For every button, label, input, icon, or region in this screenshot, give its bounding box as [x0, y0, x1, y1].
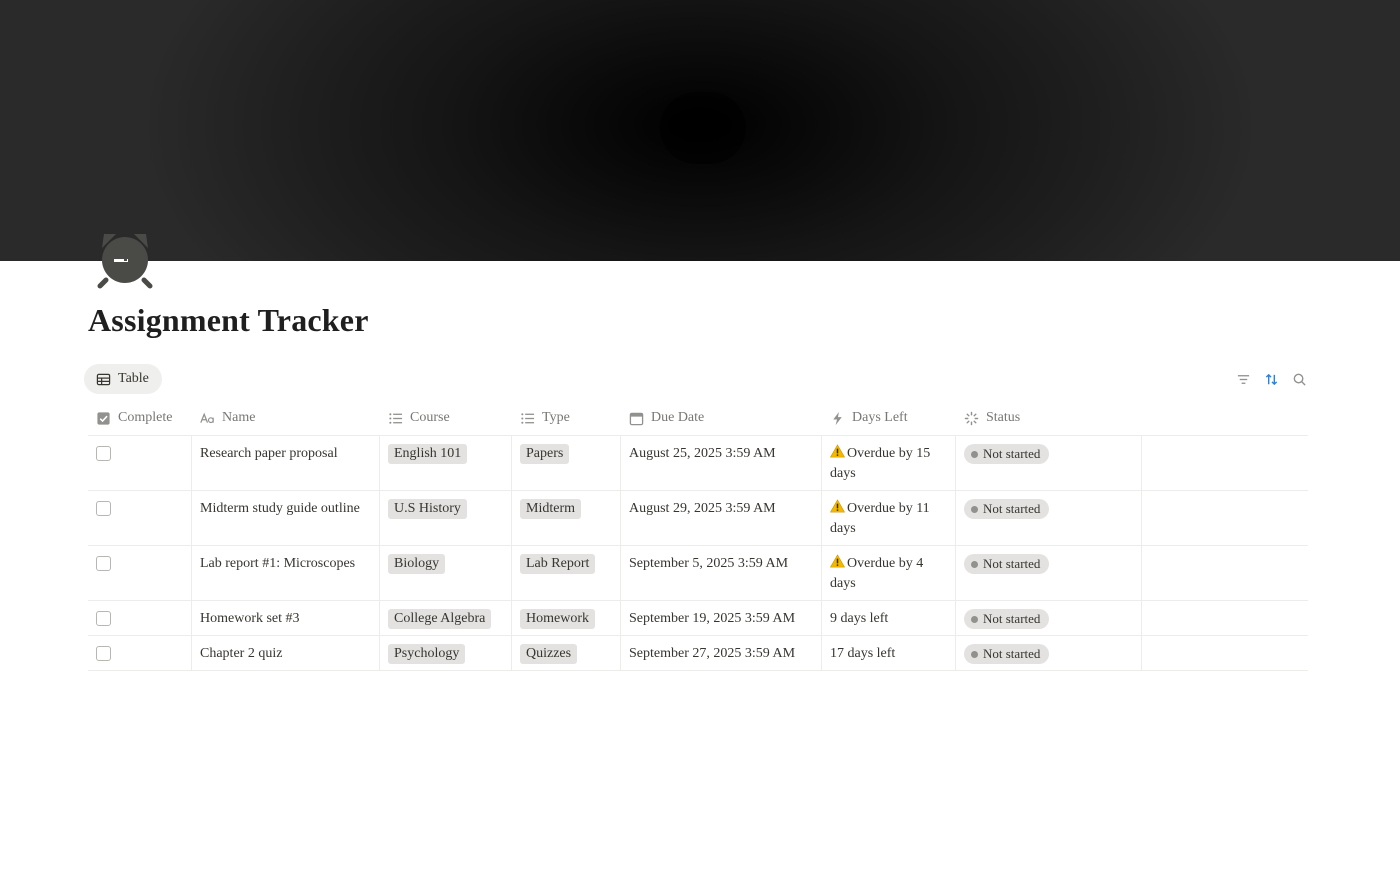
type-tag[interactable]: Homework — [520, 609, 595, 629]
type-tag[interactable]: Lab Report — [520, 554, 596, 574]
table-header: Complete Name Course Type Due Date Days … — [88, 401, 1308, 436]
complete-checkbox[interactable] — [96, 646, 111, 661]
filter-icon — [1237, 374, 1249, 384]
column-header-status[interactable]: Status — [956, 401, 1142, 435]
list-icon — [521, 412, 535, 424]
table-icon — [96, 373, 111, 385]
sort-icon — [1265, 373, 1277, 385]
calendar-icon — [629, 412, 644, 425]
days-left: Overdue by 15 days — [822, 436, 956, 490]
status-badge[interactable]: Not started — [964, 444, 1050, 464]
type-tag[interactable]: Midterm — [520, 499, 581, 519]
page-title: Assignment Tracker — [88, 302, 369, 338]
days-left: Overdue by 4 days — [822, 546, 956, 600]
status-dot — [971, 560, 978, 568]
assignment-name[interactable]: Lab report #1: Microscopes — [200, 556, 355, 571]
column-header-spacer — [1142, 401, 1308, 435]
status-dot — [971, 650, 978, 658]
assignment-table: Complete Name Course Type Due Date Days … — [88, 401, 1308, 671]
view-toolbar — [1234, 370, 1308, 388]
table-row[interactable]: Research paper proposal English 101 Pape… — [88, 436, 1308, 491]
course-tag[interactable]: Biology — [388, 554, 446, 574]
due-date[interactable]: September 5, 2025 3:59 AM — [629, 556, 788, 571]
list-icon — [389, 412, 403, 424]
column-header-complete[interactable]: Complete — [88, 401, 192, 435]
days-left: 9 days left — [822, 601, 956, 635]
checkbox-icon — [97, 411, 110, 425]
assignment-name[interactable]: Homework set #3 — [200, 611, 300, 626]
course-tag[interactable]: College Algebra — [388, 609, 492, 629]
status-spinner-icon — [964, 411, 979, 425]
due-date[interactable]: August 25, 2025 3:59 AM — [629, 446, 776, 461]
assignment-name[interactable]: Midterm study guide outline — [200, 501, 360, 516]
table-row[interactable]: Lab report #1: Microscopes Biology Lab R… — [88, 546, 1308, 601]
table-row[interactable]: Midterm study guide outline U.S History … — [88, 491, 1308, 546]
status-dot — [971, 615, 978, 623]
page-cover — [0, 0, 1400, 261]
warning-icon — [830, 444, 845, 458]
status-badge[interactable]: Not started — [964, 644, 1050, 664]
column-header-name[interactable]: Name — [192, 401, 380, 435]
warning-icon — [830, 554, 845, 568]
status-badge[interactable]: Not started — [964, 499, 1050, 519]
warning-icon — [830, 499, 845, 513]
complete-checkbox[interactable] — [96, 446, 111, 461]
cover-emblem — [660, 92, 746, 164]
assignment-name[interactable]: Chapter 2 quiz — [200, 646, 282, 661]
status-badge[interactable]: Not started — [964, 609, 1050, 629]
sort-button[interactable] — [1262, 370, 1280, 388]
column-header-course[interactable]: Course — [380, 401, 512, 435]
view-tab-table[interactable]: Table — [84, 364, 162, 394]
filter-button[interactable] — [1234, 370, 1252, 388]
complete-checkbox[interactable] — [96, 501, 111, 516]
complete-checkbox[interactable] — [96, 611, 111, 626]
complete-checkbox[interactable] — [96, 556, 111, 571]
column-header-due-date[interactable]: Due Date — [621, 401, 822, 435]
due-date[interactable]: September 27, 2025 3:59 AM — [629, 646, 795, 661]
due-date[interactable]: August 29, 2025 3:59 AM — [629, 501, 776, 516]
type-tag[interactable]: Quizzes — [520, 644, 578, 664]
course-tag[interactable]: English 101 — [388, 444, 468, 464]
status-dot — [971, 505, 978, 513]
alarm-clock-icon[interactable] — [94, 228, 156, 290]
days-left: Overdue by 11 days — [822, 491, 956, 545]
table-row[interactable]: Homework set #3 College Algebra Homework… — [88, 601, 1308, 636]
text-aa-icon — [200, 412, 214, 423]
due-date[interactable]: September 19, 2025 3:59 AM — [629, 611, 795, 626]
status-badge[interactable]: Not started — [964, 554, 1050, 574]
column-header-type[interactable]: Type — [512, 401, 621, 435]
type-tag[interactable]: Papers — [520, 444, 570, 464]
days-left: 17 days left — [822, 636, 956, 670]
lightning-icon — [833, 411, 842, 425]
course-tag[interactable]: U.S History — [388, 499, 467, 519]
course-tag[interactable]: Psychology — [388, 644, 466, 664]
view-tab-label: Table — [118, 371, 149, 386]
assignment-name[interactable]: Research paper proposal — [200, 446, 338, 461]
column-header-days-left[interactable]: Days Left — [822, 401, 956, 435]
search-icon — [1293, 373, 1306, 386]
search-button[interactable] — [1290, 370, 1308, 388]
table-row[interactable]: Chapter 2 quiz Psychology Quizzes Septem… — [88, 636, 1308, 671]
status-dot — [971, 450, 978, 458]
